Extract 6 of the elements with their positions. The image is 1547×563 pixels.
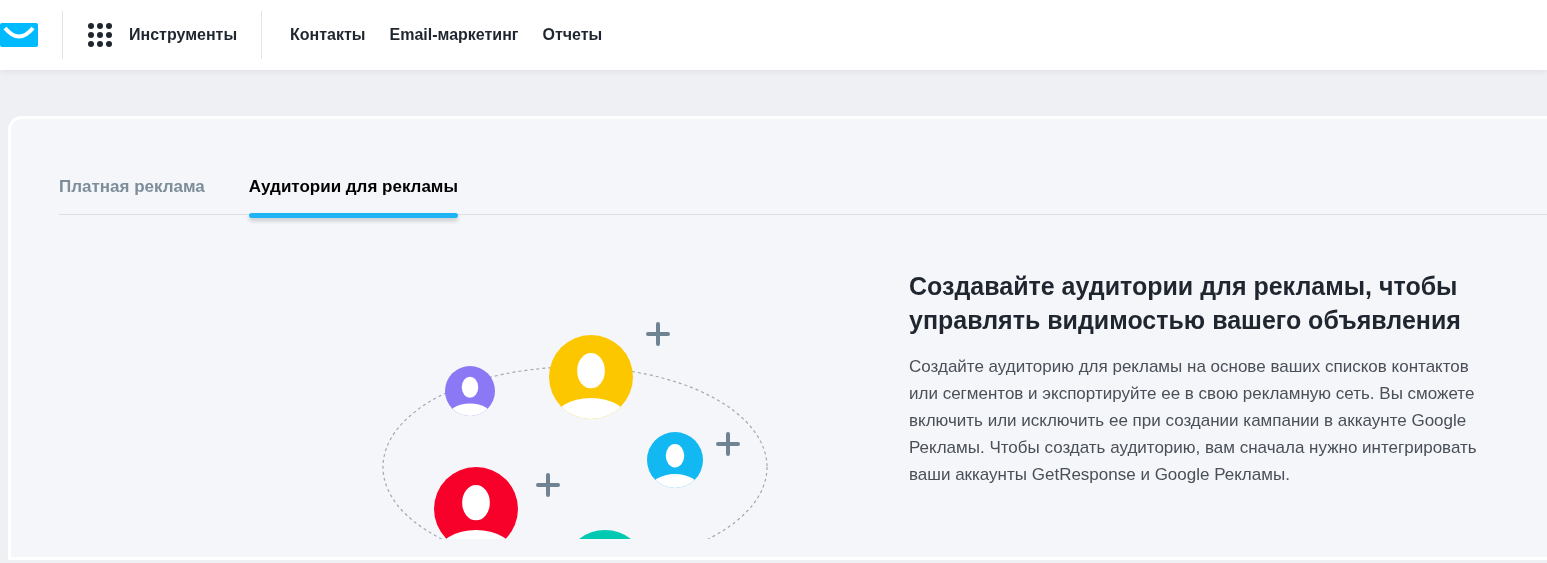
nav-link[interactable]: Отчеты	[542, 23, 603, 47]
nav-link[interactable]: Email-маркетинг	[389, 23, 519, 47]
tools-menu[interactable]: Инструменты	[129, 23, 238, 47]
section-heading: Создавайте аудитории для рекламы, чтобы управлять видимостью вашего объявления	[909, 270, 1462, 336]
nav-link[interactable]: Контакты	[290, 23, 366, 47]
description-text: Создайте аудиторию для рекламы на основе ваших списков контактов или сегментов и экспортируйте ее в свою рекламную сеть. Вы сможете включить или исключить ее при создании кампании в аккаунте Google Рекламы. Чтобы создать аудиторию, вам сначала нужно интегрировать ваши аккаунты GetResponse и Google Рекламы.	[909, 355, 1478, 486]
